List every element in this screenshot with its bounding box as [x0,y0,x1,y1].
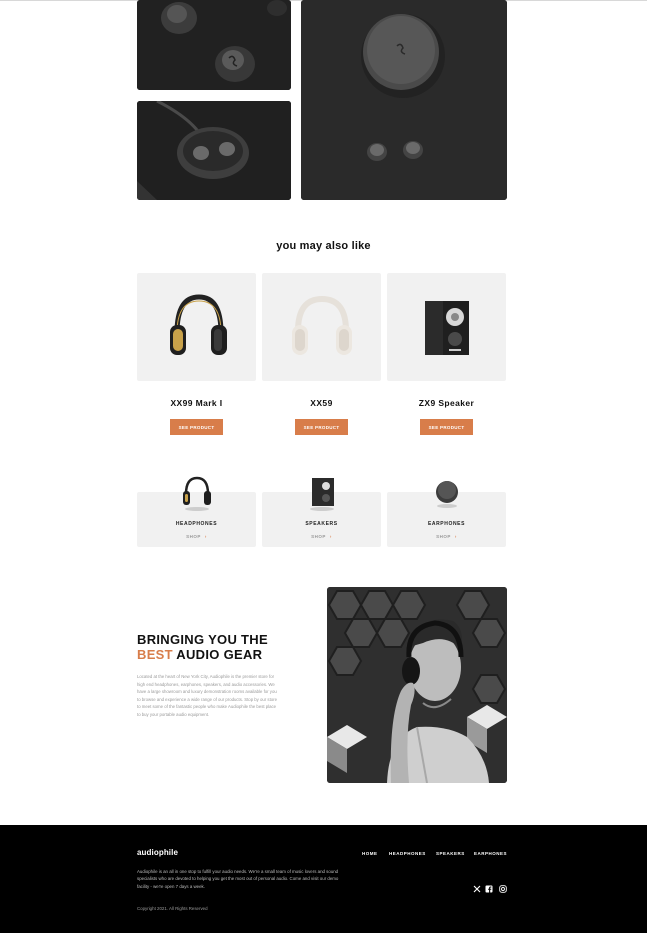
category-label: SPEAKERS [305,521,338,527]
footer-logo[interactable]: audiophile [137,848,178,857]
about-text: Located at the heart of New York City, A… [137,674,277,717]
shop-label: SHOP [436,534,451,539]
about-title: BRINGING YOU THE BEST AUDIO GEAR [137,632,307,662]
shop-link-headphones[interactable]: SHOP › [137,534,256,539]
category-label: EARPHONES [427,521,466,527]
copyright: Copyright 2021. All Rights Reserved [137,906,208,911]
see-product-button-zx9-speaker[interactable]: See product [420,419,473,435]
gallery-image-earbuds-closeup [137,0,291,90]
about-title-rest: AUDIO GEAR [172,646,263,662]
facebook-icon[interactable] [484,884,494,894]
product-image-xx59[interactable] [262,273,381,381]
footer-description: Audiophile is an all in one stop to fulf… [137,869,339,889]
footer-nav-earphones[interactable]: EARPHONES [474,851,507,856]
shop-link-speakers[interactable]: SHOP › [262,534,381,539]
x-icon[interactable] [472,884,482,894]
footer-nav-home[interactable]: HOME [362,851,378,856]
product-name: ZX9 Speaker [418,398,475,408]
about-photo-man-with-headphones [327,587,507,783]
product-image-xx99-mark-i[interactable] [137,273,256,381]
about-title-line1: BRINGING YOU THE [137,632,268,647]
category-label: HEADPHONES [175,521,218,527]
instagram-icon[interactable] [498,884,508,894]
about-title-accent: BEST [137,646,173,662]
page: you may also like XX99 Mark I XX59 ZX9 S… [0,0,647,933]
category-image-speakers [262,472,381,512]
product-name: XX59 [310,398,333,408]
footer-nav-speakers[interactable]: SPEAKERS [436,851,465,856]
shop-label: SHOP [311,534,326,539]
gallery-image-earbuds-case [137,101,291,200]
chevron-right-icon: › [454,534,457,539]
gallery-image-earbuds-flatlay [301,0,507,200]
shop-label: SHOP [186,534,201,539]
product-name: XX99 Mark I [170,398,223,408]
also-like-title: you may also like [276,240,371,252]
see-product-button-xx59[interactable]: See product [295,419,348,435]
chevron-right-icon: › [329,534,332,539]
category-image-headphones [137,472,256,512]
see-product-button-xx99-mark-i[interactable]: See product [170,419,223,435]
footer-nav-headphones[interactable]: HEADPHONES [389,851,426,856]
shop-link-earphones[interactable]: SHOP › [387,534,506,539]
category-image-earphones [387,472,506,512]
chevron-right-icon: › [204,534,207,539]
product-image-zx9-speaker[interactable] [387,273,506,381]
